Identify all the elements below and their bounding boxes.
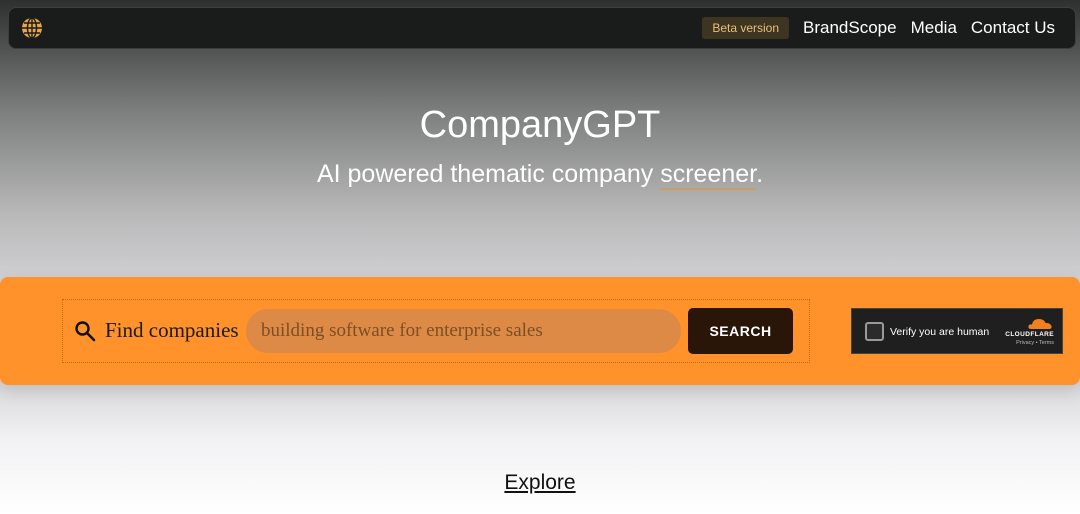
cloud-icon xyxy=(1028,319,1052,329)
subtitle-suffix: . xyxy=(756,160,764,188)
globe-logo-icon[interactable] xyxy=(21,17,43,39)
subtitle-highlight: screener xyxy=(660,160,757,190)
subtitle-prefix: AI powered thematic company xyxy=(316,160,661,188)
search-input[interactable] xyxy=(246,309,681,353)
search-band: Find companies SEARCH Verify you are hum… xyxy=(0,277,1080,385)
search-form: Find companies SEARCH xyxy=(62,299,810,363)
search-button[interactable]: SEARCH xyxy=(688,308,793,354)
cloudflare-logo: CLOUDFLARE Privacy • Terms xyxy=(999,317,1054,349)
captcha-privacy-terms[interactable]: Privacy • Terms xyxy=(999,340,1054,346)
captcha-label: Verify you are human xyxy=(890,326,990,338)
explore-link[interactable]: Explore xyxy=(504,471,575,494)
nav-link-brandscope[interactable]: BrandScope xyxy=(803,18,897,38)
find-companies-label: Find companies xyxy=(105,318,239,342)
cloudflare-wordmark: CLOUDFLARE xyxy=(1005,331,1054,338)
hero-title: CompanyGPT xyxy=(419,104,661,146)
beta-badge: Beta version xyxy=(702,17,790,39)
search-icon xyxy=(75,321,96,342)
explore-container: Explore xyxy=(0,471,1080,495)
navbar: Beta version BrandScope Media Contact Us xyxy=(8,7,1076,49)
captcha-checkbox[interactable] xyxy=(865,322,884,341)
captcha-widget: Verify you are human CLOUDFLARE Privacy … xyxy=(851,308,1063,354)
nav-link-media[interactable]: Media xyxy=(911,18,957,38)
nav-link-contact-us[interactable]: Contact Us xyxy=(971,18,1055,38)
hero-subtitle: AI powered thematic company screener. xyxy=(0,160,1080,190)
